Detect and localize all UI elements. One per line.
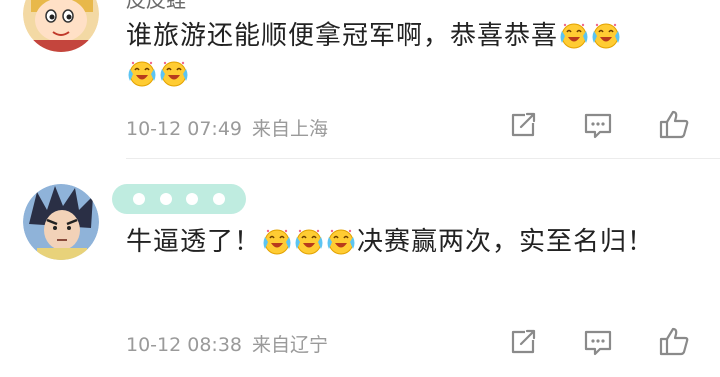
dot-icon bbox=[159, 193, 172, 205]
crying-laugh-emoji-icon bbox=[262, 227, 292, 255]
comment-icon bbox=[584, 113, 612, 139]
anime-boy-avatar-icon bbox=[23, 184, 99, 260]
avatar[interactable] bbox=[23, 0, 99, 52]
dot-icon bbox=[213, 193, 226, 205]
share-button[interactable] bbox=[505, 324, 541, 360]
like-icon bbox=[659, 110, 689, 139]
reply-button[interactable] bbox=[580, 324, 616, 360]
comment-text-content: 牛逼透了！ bbox=[126, 227, 262, 257]
comment-location: 来自上海 bbox=[252, 118, 329, 140]
comment-meta: 10-12 08:38 来自辽宁 bbox=[126, 330, 328, 357]
crying-laugh-emoji-icon bbox=[326, 227, 356, 255]
like-icon bbox=[659, 327, 689, 356]
crying-laugh-emoji-icon bbox=[559, 21, 589, 49]
comment-text: 谁旅游还能顺便拿冠军啊，恭喜恭喜 bbox=[126, 17, 686, 93]
dot-icon bbox=[186, 193, 199, 205]
like-button[interactable] bbox=[656, 107, 692, 143]
comment-text-content: 谁旅游还能顺便拿冠军啊，恭喜恭喜 bbox=[126, 21, 559, 51]
share-icon bbox=[511, 112, 536, 137]
comment-meta: 10-12 07:49 来自上海 bbox=[126, 114, 328, 141]
comment-text: 牛逼透了！ 决赛赢两次，实至名归！ bbox=[126, 223, 686, 261]
dot-icon bbox=[132, 193, 145, 205]
username[interactable]: 皮皮蛙 bbox=[126, 0, 186, 13]
comment-date: 10-12 07:49 bbox=[126, 118, 243, 140]
crying-laugh-emoji-icon bbox=[127, 59, 157, 87]
reply-button[interactable] bbox=[580, 107, 616, 143]
comment-text-content: 决赛赢两次，实至名归！ bbox=[357, 227, 655, 257]
comment-icon bbox=[584, 330, 612, 356]
share-button[interactable] bbox=[505, 107, 541, 143]
comment-date: 10-12 08:38 bbox=[126, 334, 243, 356]
like-button[interactable] bbox=[656, 324, 692, 360]
crayon-shin-chan-avatar-icon bbox=[23, 0, 99, 52]
comment-item: 牛逼透了！ 决赛赢两次，实至名归！ 10-12 08:38 来自辽宁 bbox=[0, 170, 720, 377]
comment-location: 来自辽宁 bbox=[252, 334, 329, 356]
crying-laugh-emoji-icon bbox=[591, 21, 621, 49]
comment-item: 皮皮蛙 谁旅游还能顺便拿冠军啊，恭喜恭喜 10-12 07:49 来自上海 bbox=[0, 0, 720, 170]
avatar[interactable] bbox=[23, 184, 99, 260]
crying-laugh-emoji-icon bbox=[159, 59, 189, 87]
username-badge[interactable] bbox=[112, 184, 246, 214]
crying-laugh-emoji-icon bbox=[294, 227, 324, 255]
share-icon bbox=[511, 329, 536, 354]
divider bbox=[126, 158, 720, 159]
